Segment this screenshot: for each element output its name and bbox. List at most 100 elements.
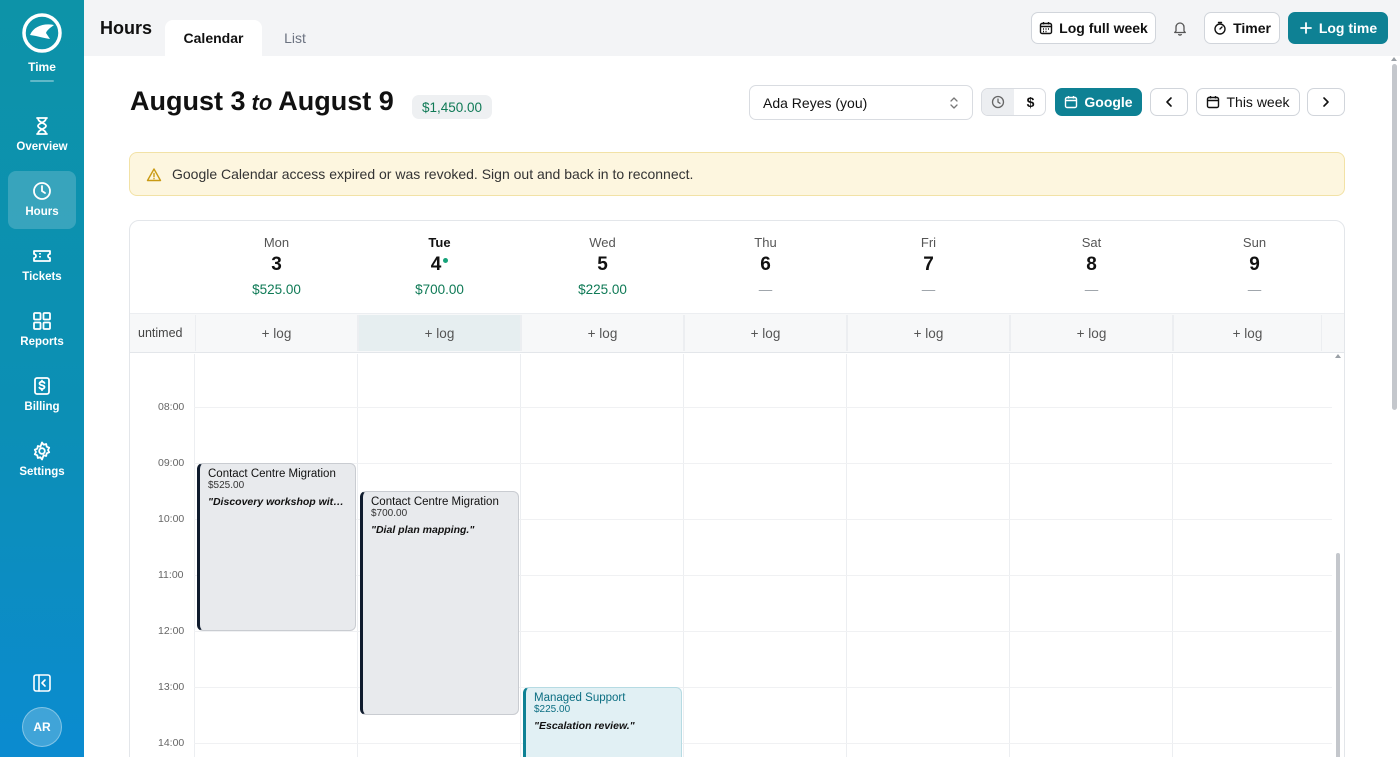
chevron-updown-icon [950, 97, 958, 109]
day-number: 8 [1010, 254, 1173, 276]
week-calendar: Mon 3 $525.00 Tue 4 $700.00 Wed 5 $225.00 Thu 6— Fr… [129, 220, 1345, 757]
time-entry-card[interactable]: Contact Centre Migration $700.00 "Dial pla… [360, 491, 519, 715]
banner-message: Google Calendar access expired or was re… [172, 166, 694, 182]
day-total: — [1247, 282, 1262, 297]
time-label: 09:00 [158, 457, 185, 469]
day-number-value: 6 [760, 254, 771, 275]
user-avatar[interactable]: AR [22, 707, 62, 747]
time-grid[interactable]: 08:00 09:00 10:00 11:00 12:00 13:00 14:00 Conta… [130, 354, 1344, 757]
page-title: Hours [100, 18, 153, 38]
hours-mode-button[interactable] [982, 89, 1014, 115]
bell-icon[interactable] [1172, 20, 1188, 36]
log-untimed-button-sun[interactable]: + log [1173, 315, 1322, 351]
app-logo[interactable] [22, 13, 62, 53]
log-time-label: Log time [1318, 20, 1378, 36]
day-name: Fri [920, 235, 937, 250]
calendar-grid-icon [1039, 22, 1053, 35]
page-scrollbar[interactable] [1392, 64, 1397, 410]
day-header-wed: Wed 5 $225.00 [521, 221, 684, 313]
grid-scroll-up-arrow[interactable] [1335, 354, 1341, 358]
sidebar-item-label: Hours [25, 206, 59, 218]
gear-icon [33, 441, 51, 461]
plus-icon [1299, 22, 1312, 34]
entry-note: "Escalation review." [534, 720, 635, 732]
user-select[interactable]: Ada Reyes (you) [749, 85, 973, 120]
sidebar-item-label: Overview [16, 141, 68, 153]
entry-amount: $700.00 [371, 508, 408, 519]
hour-line [194, 463, 1332, 464]
time-entry-card[interactable]: Contact Centre Migration $525.00 "Discover… [197, 463, 356, 631]
tab-list[interactable]: List [270, 20, 320, 56]
day-name: Thu [754, 235, 777, 250]
log-untimed-button-sat[interactable]: + log [1010, 315, 1173, 351]
entry-amount: $225.00 [534, 704, 571, 715]
log-untimed-button-mon[interactable]: + log [195, 315, 358, 351]
grid-scrollbar[interactable] [1336, 553, 1340, 757]
sidebar-item-tickets[interactable]: Tickets [8, 236, 76, 294]
day-number: 5 [521, 254, 684, 276]
next-week-button[interactable] [1307, 88, 1345, 116]
entry-note: "Discovery workshop with ... [208, 496, 347, 508]
tab-calendar[interactable]: Calendar [165, 20, 262, 56]
day-name: Sun [1242, 235, 1267, 250]
log-untimed-button-wed[interactable]: + log [521, 315, 684, 351]
calendar-icon [1207, 96, 1220, 109]
sidebar-item-label: Tickets [22, 271, 62, 283]
day-number: 7 [847, 254, 1010, 276]
calendar-warning-banner: Google Calendar access expired or was re… [129, 152, 1345, 196]
week-range: August 3 to August 9 [130, 86, 394, 117]
time-entry-card[interactable]: Managed Support $225.00 "Escalation review… [523, 687, 682, 757]
entry-project: Contact Centre Migration [208, 468, 336, 480]
sidebar-item-settings[interactable]: Settings [8, 431, 76, 489]
sidebar-item-reports[interactable]: Reports [8, 301, 76, 359]
clock-icon [991, 95, 1005, 109]
log-time-button[interactable]: Log time [1288, 12, 1388, 44]
ticket-icon [33, 250, 51, 262]
google-label: Google [1084, 94, 1133, 110]
log-untimed-button-thu[interactable]: + log [684, 315, 847, 351]
log-full-week-label: Log full week [1059, 20, 1148, 36]
entry-amount: $525.00 [208, 480, 245, 491]
day-name: Tue [428, 235, 451, 250]
log-untimed-button-tue[interactable]: + log [358, 315, 521, 351]
display-mode-toggle: $ [981, 88, 1046, 116]
day-name: Mon [263, 235, 290, 250]
day-header-fri: Fri 7 — [847, 221, 1010, 313]
entry-project: Managed Support [534, 692, 626, 704]
week-end: August 9 [278, 86, 394, 116]
calendar-sync-icon [1065, 96, 1078, 109]
sidebar-item-billing[interactable]: Billing [8, 366, 76, 424]
page-scroll-up-arrow[interactable] [1391, 57, 1397, 61]
today-indicator [443, 258, 449, 263]
time-label: 08:00 [158, 401, 185, 413]
day-column-divider [194, 354, 195, 757]
day-total: — [758, 282, 773, 297]
hour-line [194, 407, 1332, 408]
untimed-label: untimed [138, 326, 183, 340]
currency-mode-button[interactable]: $ [1014, 89, 1045, 115]
timer-button[interactable]: Timer [1204, 12, 1280, 44]
this-week-button[interactable]: This week [1196, 88, 1300, 116]
day-total: — [1084, 282, 1099, 297]
collapse-sidebar-icon[interactable] [32, 673, 52, 693]
time-label: 14:00 [158, 737, 185, 749]
sidebar-item-overview[interactable]: Overview [8, 106, 76, 164]
log-full-week-button[interactable]: Log full week [1031, 12, 1156, 44]
time-label: 11:00 [158, 569, 184, 581]
sidebar-item-hours[interactable]: Hours [8, 171, 76, 229]
dollar-receipt-icon [34, 377, 50, 395]
google-calendar-button[interactable]: Google [1055, 88, 1142, 116]
day-number-value: 3 [271, 254, 282, 275]
sidebar-item-label: Settings [19, 466, 65, 478]
log-untimed-button-fri[interactable]: + log [847, 315, 1010, 351]
stopwatch-icon [1214, 21, 1226, 35]
day-column-divider [357, 354, 358, 757]
previous-week-button[interactable] [1150, 88, 1188, 116]
chevron-left-icon [1166, 97, 1172, 107]
time-label: 10:00 [158, 513, 185, 525]
day-number: 9 [1173, 254, 1336, 276]
day-number-value: 7 [923, 254, 934, 275]
untimed-row: untimed + log + log + log + log + log + log + … [130, 313, 1344, 353]
day-total: $700.00 [415, 282, 464, 297]
day-column-divider [683, 354, 684, 757]
